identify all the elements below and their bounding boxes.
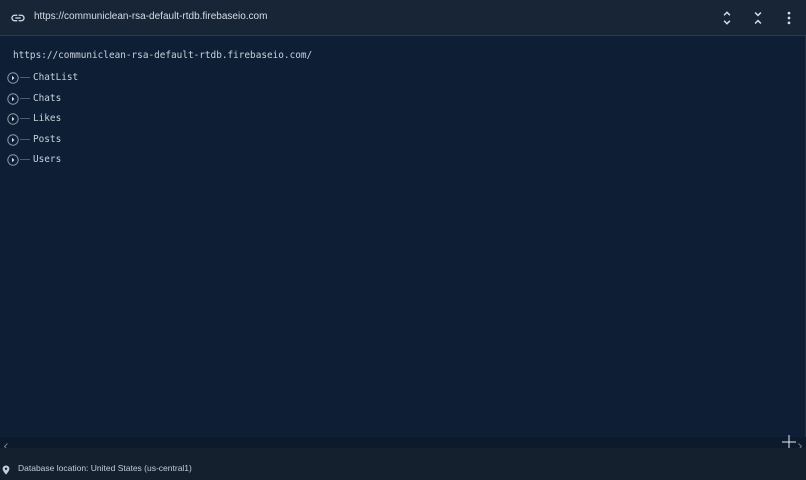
scroll-left-icon[interactable] — [2, 438, 10, 450]
expand-arrow-icon[interactable] — [7, 92, 19, 105]
unfold-icon[interactable] — [718, 9, 736, 27]
database-url[interactable]: https://communiclean-rsa-default-rtdb.fi… — [34, 11, 267, 22]
tree-node-posts[interactable]: Posts — [0, 131, 300, 151]
tree-connector — [20, 97, 30, 99]
tree-node-label[interactable]: Posts — [33, 134, 61, 145]
tree-connector — [20, 138, 30, 140]
expand-arrow-icon[interactable] — [7, 153, 19, 166]
expand-arrow-icon[interactable] — [7, 71, 19, 84]
status-footer: Database location: United States (us-cen… — [0, 448, 806, 475]
tree-node-likes[interactable]: Likes — [0, 110, 300, 130]
expand-arrow-icon[interactable] — [7, 112, 19, 125]
database-location: Database location: United States (us-cen… — [18, 463, 192, 473]
more-vert-icon[interactable] — [780, 9, 798, 27]
tree-node-chatlist[interactable]: ChatList — [0, 69, 300, 89]
tree-node-users[interactable]: Users — [0, 151, 300, 171]
location-pin-icon — [2, 462, 10, 475]
horizontal-scrollbar[interactable] — [0, 437, 806, 450]
root-node-url[interactable]: https://communiclean-rsa-default-rtdb.fi… — [13, 50, 312, 61]
scroll-right-icon[interactable] — [796, 438, 804, 450]
collapse-all-icon[interactable] — [749, 9, 767, 27]
tree-node-label[interactable]: ChatList — [33, 72, 78, 83]
database-panel: https://communiclean-rsa-default-rtdb.fi… — [0, 0, 806, 450]
tree-node-label[interactable]: Chats — [33, 93, 61, 104]
tree-connector — [20, 77, 30, 78]
tree-connector — [20, 118, 30, 119]
crosshair-cursor-icon — [782, 435, 796, 449]
tree-connector — [20, 159, 30, 160]
tree-node-label[interactable]: Likes — [33, 113, 61, 124]
toolbar: https://communiclean-rsa-default-rtdb.fi… — [0, 0, 806, 36]
tree-node-chats[interactable]: Chats — [0, 90, 300, 110]
tree-node-label[interactable]: Users — [33, 154, 61, 165]
expand-arrow-icon[interactable] — [7, 133, 19, 146]
link-icon — [10, 10, 26, 26]
